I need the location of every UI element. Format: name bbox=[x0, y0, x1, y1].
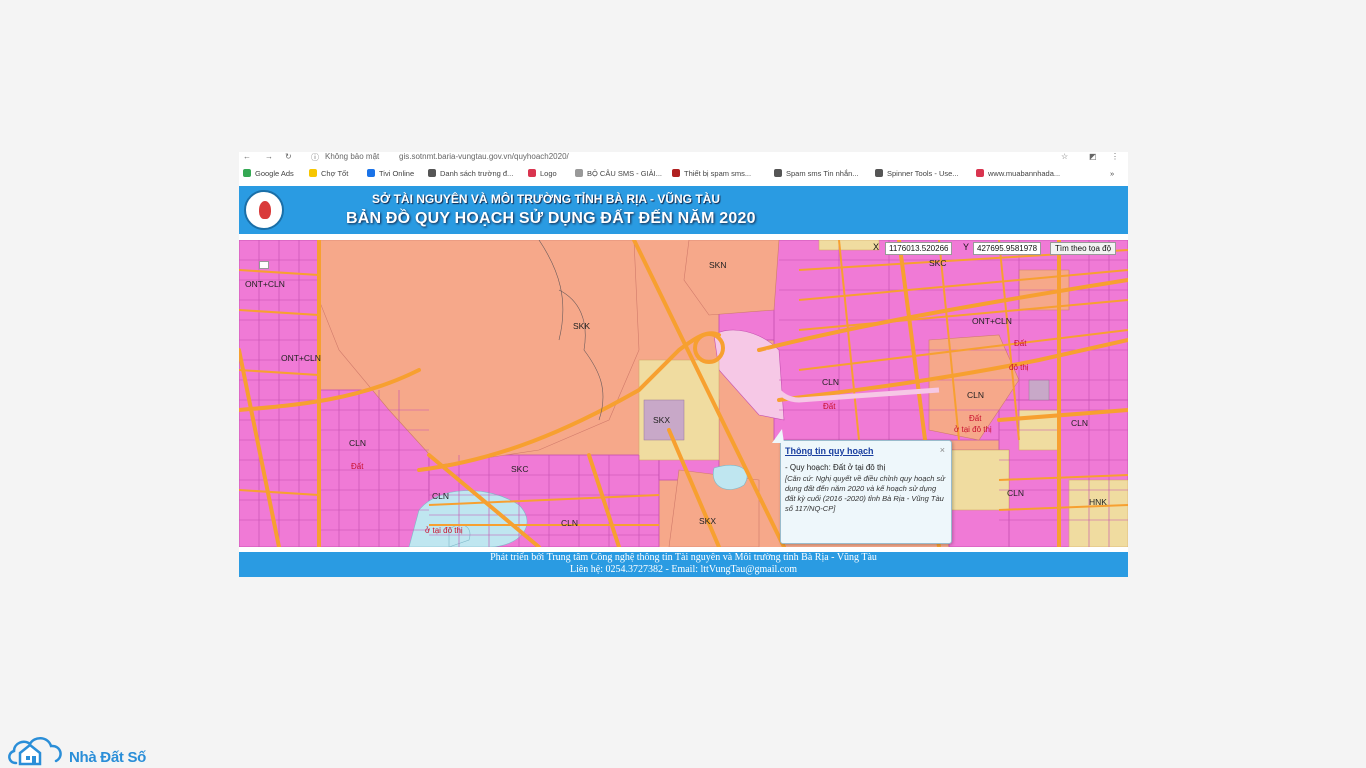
bookmark-icon bbox=[428, 169, 436, 177]
bookmarks-bar: Google Ads Chợ Tốt Tivi Online Danh sách… bbox=[239, 164, 1128, 184]
zone-label: CLN bbox=[1007, 488, 1025, 498]
land-use-note: Đất bbox=[1014, 339, 1027, 348]
zone-label: HNK bbox=[1089, 497, 1107, 507]
star-icon[interactable]: ☆ bbox=[1061, 152, 1068, 161]
y-label: Y bbox=[963, 242, 970, 252]
bookmark-thiet-bi-spam[interactable]: Thiết bị spam sms... bbox=[672, 169, 751, 178]
bookmark-icon bbox=[243, 169, 251, 177]
house-cloud-icon bbox=[8, 737, 62, 766]
map-canvas[interactable] bbox=[239, 240, 1128, 547]
footer-developer: Phát triển bởi Trung tâm Công nghệ thông… bbox=[490, 552, 877, 563]
extension-icon[interactable]: ◩ bbox=[1089, 152, 1097, 161]
zone-label: CLN bbox=[432, 491, 450, 501]
brand-name: Nhà Đất Số bbox=[69, 749, 147, 766]
bookmark-icon bbox=[367, 169, 375, 177]
zone-label: SKX bbox=[653, 415, 671, 425]
zone-label: CLN bbox=[561, 518, 579, 528]
browser-address-bar: ← → ↻ ⓘ Không bảo mật gis.sotnmt.baria-v… bbox=[239, 152, 1128, 164]
bookmark-bo-cau-sms[interactable]: BỘ CÂU SMS - GIẢI... bbox=[575, 169, 662, 178]
url-text[interactable]: gis.sotnmt.baria-vungtau.gov.vn/quyhoach… bbox=[399, 152, 569, 161]
layer-toggle-icon[interactable] bbox=[259, 261, 269, 269]
security-label: Không bảo mật bbox=[325, 152, 380, 161]
planning-info-popup: Thông tin quy hoạch × - Quy hoạch: Đất ở… bbox=[772, 429, 952, 544]
zone-label: CLN bbox=[1071, 418, 1089, 428]
bookmark-cho-tot[interactable]: Chợ Tốt bbox=[309, 169, 348, 178]
land-use-note: ở tại đô thị bbox=[954, 425, 992, 434]
land-use-note: Đất bbox=[969, 414, 982, 423]
brand-watermark: Nhà Đất Số bbox=[6, 733, 166, 767]
y-coordinate-input[interactable]: 427695.9581978 bbox=[973, 242, 1042, 255]
bookmark-spinner-tools[interactable]: Spinner Tools - Use... bbox=[875, 169, 959, 178]
popup-plan-text: - Quy hoạch: Đất ở tại đô thị bbox=[785, 463, 886, 472]
map-title: BẢN ĐỒ QUY HOẠCH SỬ DỤNG ĐẤT ĐẾN NĂM 202… bbox=[346, 210, 756, 227]
site-footer: Phát triển bởi Trung tâm Công nghệ thông… bbox=[239, 552, 1128, 577]
planning-map[interactable]: ONT+CLN ONT+CLN SKK SKN SKC ONT+CLN CLN … bbox=[239, 240, 1128, 547]
site-banner: SỞ TÀI NGUYÊN VÀ MÔI TRƯỜNG TỈNH BÀ RỊA … bbox=[239, 186, 1128, 234]
close-icon[interactable]: × bbox=[940, 445, 945, 455]
department-logo bbox=[244, 190, 284, 230]
menu-icon[interactable]: ⋮ bbox=[1111, 152, 1119, 161]
footer-contact: Liên hệ: 0254.3727382 - Email: lttVungTa… bbox=[569, 564, 798, 575]
zone-label: CLN bbox=[822, 377, 840, 387]
reload-icon[interactable]: ↻ bbox=[285, 152, 292, 161]
bookmark-icon bbox=[875, 169, 883, 177]
bookmark-icon bbox=[774, 169, 782, 177]
bookmark-logo[interactable]: Logo bbox=[528, 169, 557, 178]
bookmark-icon bbox=[672, 169, 680, 177]
info-icon: ⓘ bbox=[311, 153, 319, 162]
zone-label: CLN bbox=[967, 390, 985, 400]
bookmark-icon bbox=[976, 169, 984, 177]
zone-label: SKK bbox=[573, 321, 591, 331]
popup-title[interactable]: Thông tin quy hoạch bbox=[785, 446, 874, 456]
land-use-note: Đất bbox=[823, 402, 836, 411]
popup-basis-text: [Căn cứ: Nghị quyết về điều chỉnh quy ho… bbox=[785, 474, 946, 513]
land-use-note: ở tại đô thị bbox=[425, 526, 463, 535]
zone-label: SKC bbox=[511, 464, 529, 474]
org-name: SỞ TÀI NGUYÊN VÀ MÔI TRƯỜNG TỈNH BÀ RỊA … bbox=[372, 192, 720, 206]
forward-icon[interactable]: → bbox=[265, 152, 273, 161]
bookmark-spam-sms[interactable]: Spam sms Tin nhắn... bbox=[774, 169, 859, 178]
zone-label: CLN bbox=[349, 438, 367, 448]
bookmark-google-ads[interactable]: Google Ads bbox=[243, 169, 294, 178]
zone-label: SKX bbox=[699, 516, 717, 526]
zone-label: ONT+CLN bbox=[281, 353, 321, 363]
bookmark-icon bbox=[528, 169, 536, 177]
x-coordinate-input[interactable]: 1176013.520266 bbox=[885, 242, 953, 255]
back-icon[interactable]: ← bbox=[243, 152, 251, 161]
zone-label: ONT+CLN bbox=[972, 316, 1012, 326]
popup-pointer bbox=[772, 429, 784, 443]
x-label: X bbox=[873, 242, 880, 252]
bookmark-icon bbox=[309, 169, 317, 177]
land-use-note: Đất bbox=[351, 462, 364, 471]
land-use-note: đô thị bbox=[1009, 363, 1029, 372]
bookmark-tivi-online[interactable]: Tivi Online bbox=[367, 169, 414, 178]
bookmark-danh-sach[interactable]: Danh sách trường đ... bbox=[428, 169, 513, 178]
bookmarks-overflow-icon[interactable]: » bbox=[1110, 169, 1114, 178]
zone-label: ONT+CLN bbox=[245, 279, 285, 289]
zone-label: SKN bbox=[709, 260, 727, 270]
zone-label: SKC bbox=[929, 258, 947, 268]
browser-window: ← → ↻ ⓘ Không bảo mật gis.sotnmt.baria-v… bbox=[239, 152, 1128, 577]
search-by-coordinates-button[interactable]: Tìm theo tọa độ bbox=[1050, 242, 1117, 255]
bookmark-muabannhadat[interactable]: www.muabannhada... bbox=[976, 169, 1060, 178]
bookmark-icon bbox=[575, 169, 583, 177]
